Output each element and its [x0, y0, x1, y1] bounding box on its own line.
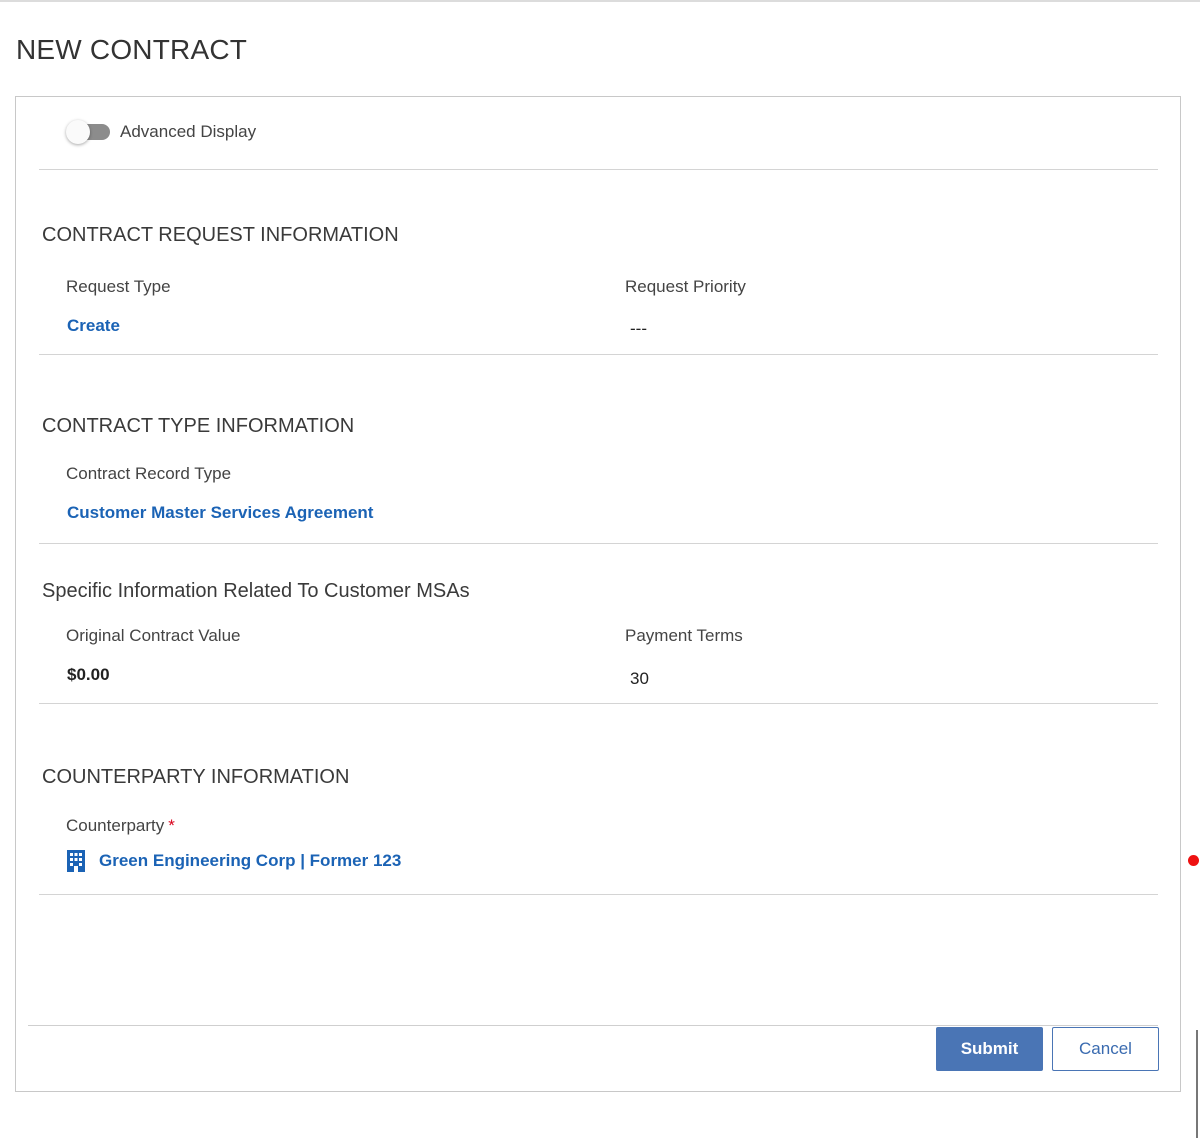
request-type-link[interactable]: Create: [67, 316, 120, 336]
counterparty-label-text: Counterparty: [66, 816, 165, 835]
footer-divider: [28, 1025, 1158, 1026]
section-title-contract-request: CONTRACT REQUEST INFORMATION: [42, 224, 399, 246]
contract-record-type-label: Contract Record Type: [66, 464, 232, 483]
advanced-display-toggle[interactable]: [66, 117, 110, 147]
request-type-label: Request Type: [66, 277, 171, 296]
required-marker: *: [168, 816, 175, 835]
divider: [39, 354, 1158, 355]
indicator-dot: [1188, 855, 1199, 866]
payment-terms-value: 30: [630, 669, 649, 688]
toggle-knob: [66, 120, 90, 144]
divider: [39, 543, 1158, 544]
top-border: [0, 0, 1200, 2]
divider: [39, 703, 1158, 704]
original-contract-value: $0.00: [67, 665, 110, 684]
request-priority-value: ---: [630, 319, 647, 338]
contract-form-panel: Advanced Display CONTRACT REQUEST INFORM…: [15, 96, 1181, 1092]
section-title-customer-msa: Specific Information Related To Customer…: [42, 580, 470, 602]
counterparty-link[interactable]: Green Engineering Corp | Former 123: [66, 850, 401, 872]
original-contract-value-label: Original Contract Value: [66, 626, 241, 645]
divider: [39, 894, 1158, 895]
request-priority-label: Request Priority: [625, 277, 746, 296]
counterparty-value: Green Engineering Corp | Former 123: [99, 851, 402, 870]
counterparty-label: Counterparty *: [66, 816, 175, 836]
submit-button[interactable]: Submit: [936, 1027, 1043, 1071]
scrollbar[interactable]: [1196, 1030, 1198, 1138]
advanced-display-row: Advanced Display: [66, 117, 256, 147]
payment-terms-label: Payment Terms: [625, 626, 743, 645]
page-title: NEW CONTRACT: [16, 34, 248, 65]
cancel-button[interactable]: Cancel: [1052, 1027, 1159, 1071]
section-title-counterparty: COUNTERPARTY INFORMATION: [42, 766, 350, 788]
section-title-contract-type: CONTRACT TYPE INFORMATION: [42, 415, 355, 437]
divider: [39, 169, 1158, 170]
contract-record-type-link[interactable]: Customer Master Services Agreement: [67, 503, 373, 523]
building-icon: [66, 850, 86, 872]
advanced-display-label: Advanced Display: [120, 122, 257, 141]
